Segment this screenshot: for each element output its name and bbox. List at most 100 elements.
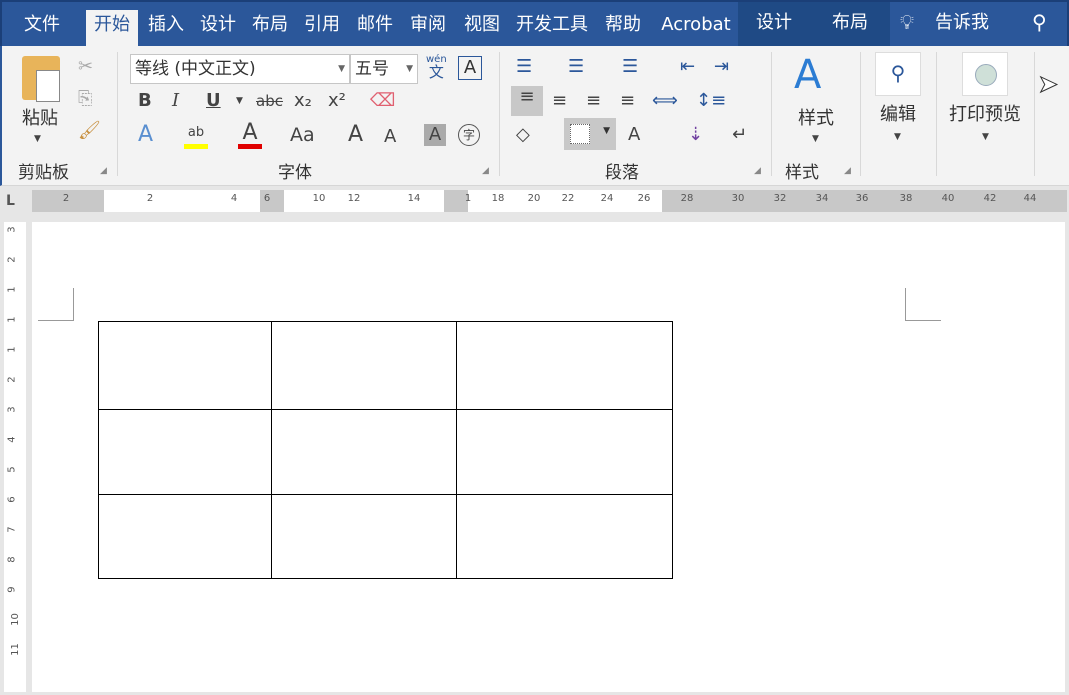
align-center-button[interactable]: ≡ (552, 90, 567, 112)
share-icon[interactable]: ⚲ (1032, 10, 1047, 34)
bold-button[interactable]: B (138, 90, 152, 112)
text-effects-button[interactable]: A (138, 124, 153, 146)
font-color-button[interactable]: A (238, 122, 262, 149)
tab-review[interactable]: 审阅 (402, 10, 454, 48)
format-painter-icon[interactable]: 🖌︎ (78, 120, 101, 142)
strikethrough-button[interactable]: abc (256, 90, 283, 112)
highlight-button[interactable]: ab (184, 122, 208, 149)
tab-insert[interactable]: 插入 (140, 10, 192, 48)
paragraph-launcher-icon[interactable]: ◢ (754, 166, 761, 176)
search-icon[interactable]: ⚲ (875, 52, 921, 96)
table-cell[interactable] (99, 495, 272, 579)
line-spacing-button[interactable]: ↕≡ (696, 90, 726, 112)
ruler-number: 4 (231, 193, 237, 204)
print-preview-button[interactable]: 打印预览 (949, 100, 1021, 126)
ruler-number: 28 (681, 193, 694, 204)
paste-icon[interactable] (22, 56, 60, 100)
styles-button[interactable]: 样式 (798, 104, 834, 130)
distributed-button[interactable]: ⟺ (652, 90, 678, 112)
enclose-characters-button[interactable]: 字 (458, 124, 480, 146)
tab-home[interactable]: 开始 (86, 10, 138, 48)
tab-layout[interactable]: 布局 (244, 10, 296, 48)
copy-icon[interactable]: ⎘ (78, 88, 92, 110)
increase-indent-button[interactable]: ⇥ (714, 56, 729, 78)
show-marks-button[interactable]: ↵ (732, 124, 747, 146)
italic-button[interactable]: I (172, 90, 179, 112)
table-cell[interactable] (272, 495, 457, 579)
styles-icon[interactable]: A (794, 52, 821, 98)
shrink-font-button[interactable]: A (384, 126, 396, 148)
table-cell[interactable] (272, 410, 457, 495)
borders-button[interactable]: ▼ (564, 118, 616, 150)
tell-me-search[interactable]: 告诉我 (930, 8, 994, 46)
numbering-button[interactable]: ☰ (568, 56, 584, 78)
styles-group-label: 样式 (785, 158, 819, 183)
tab-table-layout[interactable]: 布局 (818, 8, 882, 46)
margin-corner-left (38, 288, 74, 321)
underline-button[interactable]: U (206, 90, 221, 112)
paste-button[interactable]: 粘贴 (22, 104, 58, 130)
ruler-number: 34 (816, 193, 829, 204)
underline-dropdown-icon[interactable]: ▼ (236, 90, 243, 112)
vertical-ruler[interactable]: 32111234567891011 (4, 222, 26, 692)
decrease-indent-button[interactable]: ⇤ (680, 56, 695, 78)
table-cell[interactable] (457, 410, 673, 495)
font-launcher-icon[interactable]: ◢ (482, 166, 489, 176)
table-row (99, 410, 673, 495)
tab-help[interactable]: 帮助 (596, 10, 650, 48)
editing-button[interactable]: 编辑 (880, 100, 916, 126)
sort-button[interactable]: ⇣ (688, 124, 703, 146)
bullets-button[interactable]: ☰ (516, 56, 532, 78)
character-border-button[interactable]: A (458, 56, 482, 80)
shading-button[interactable]: ◇ (516, 124, 530, 146)
change-case-button[interactable]: Aa (290, 124, 315, 146)
table-cell[interactable] (99, 322, 272, 410)
clear-formatting-icon[interactable]: ⌫ (370, 90, 395, 112)
editing-dropdown-icon[interactable]: ▼ (894, 126, 901, 148)
tab-design[interactable]: 设计 (192, 10, 244, 48)
ruler-number: 26 (638, 193, 651, 204)
grow-font-button[interactable]: A (348, 124, 363, 146)
print-preview-icon[interactable] (962, 52, 1008, 96)
tab-developer[interactable]: 开发工具 (510, 10, 594, 48)
clipboard-group-label: 剪贴板 (18, 158, 69, 183)
tab-stop-selector[interactable]: L (6, 193, 15, 209)
table-cell[interactable] (99, 410, 272, 495)
align-right-button[interactable]: ≡ (586, 90, 601, 112)
font-name-combo[interactable]: 等线 (中文正文)▼ (130, 54, 350, 84)
print-preview-dropdown-icon[interactable]: ▼ (982, 126, 989, 148)
tab-acrobat[interactable]: Acrobat (652, 10, 740, 48)
subscript-button[interactable]: x₂ (294, 90, 312, 112)
document-table[interactable] (98, 321, 673, 579)
table-cell[interactable] (457, 495, 673, 579)
ruler-number: 32 (774, 193, 787, 204)
tab-mailings[interactable]: 邮件 (348, 10, 402, 48)
superscript-button[interactable]: x² (328, 90, 346, 112)
table-cell[interactable] (272, 322, 457, 410)
justify-button[interactable]: ≡ (620, 90, 635, 112)
tab-references[interactable]: 引用 (296, 10, 348, 48)
margin-corner-right (905, 288, 941, 321)
cut-icon[interactable]: ✂ (78, 56, 93, 78)
phonetic-guide-button[interactable]: wén文 (426, 54, 447, 78)
styles-dropdown-icon[interactable]: ▼ (812, 128, 819, 150)
paste-dropdown-icon[interactable]: ▼ (34, 128, 41, 150)
table-row (99, 495, 673, 579)
tab-table-design[interactable]: 设计 (742, 8, 806, 46)
ruler-bar[interactable]: 2 24610121411820222426283032343638404244 (32, 190, 1067, 212)
tab-file[interactable]: 文件 (8, 10, 76, 48)
tab-view[interactable]: 视图 (454, 10, 510, 48)
vruler-number: 2 (7, 256, 18, 262)
styles-launcher-icon[interactable]: ◢ (844, 166, 851, 176)
clipboard-launcher-icon[interactable]: ◢ (100, 166, 107, 176)
text-direction-button[interactable]: A (628, 124, 640, 146)
table-cell[interactable] (457, 322, 673, 410)
vruler-number: 3 (7, 226, 18, 232)
lightbulb-icon[interactable]: 💡︎ (900, 10, 914, 34)
character-shading-button[interactable]: A (424, 124, 446, 146)
ruler-number: 22 (562, 193, 575, 204)
font-size-combo[interactable]: 五号▼ (350, 54, 418, 84)
multilevel-list-button[interactable]: ☰ (622, 56, 638, 78)
align-left-button[interactable]: ≡ (511, 86, 543, 116)
paragraph-group-label: 段落 (605, 158, 639, 183)
